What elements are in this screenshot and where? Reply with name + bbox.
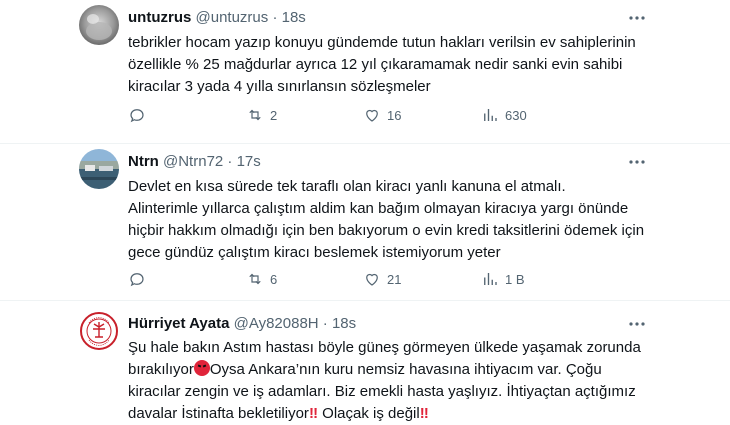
separator-dot: ·	[227, 153, 233, 170]
red-seal-icon	[79, 311, 119, 351]
tweet-header: Hürriyet Ayata @Ay82088H · 18s	[128, 314, 356, 334]
harbor-landscape-icon	[79, 149, 119, 189]
more-options-button[interactable]	[627, 8, 647, 28]
heart-icon	[366, 109, 378, 122]
tweet-text: Devlet en kısa sürede tek taraflı olan k…	[128, 178, 645, 261]
heart-icon	[366, 273, 378, 286]
avatar-ntrn[interactable]	[79, 149, 119, 189]
avatar-hurriyet-ayata[interactable]	[79, 311, 119, 351]
more-icon	[629, 160, 645, 164]
timestamp[interactable]: 18s	[282, 9, 306, 26]
views-icon	[484, 109, 497, 121]
more-icon	[629, 16, 645, 20]
separator-dot: ·	[322, 315, 328, 332]
more-options-button[interactable]	[627, 152, 647, 172]
views-button[interactable]: 1 B	[481, 269, 525, 289]
separator-dot: ·	[272, 9, 278, 26]
user-handle[interactable]: @Ay82088H	[234, 315, 319, 332]
reply-icon	[130, 273, 144, 287]
tweet-header: untuzrus @untuzrus · 18s	[128, 8, 306, 28]
blurred-photo-icon	[79, 5, 119, 45]
display-name[interactable]: Hürriyet Ayata	[128, 315, 229, 332]
tweet-2[interactable]: Ntrn @Ntrn72 · 17s Devlet en kısa sürede…	[0, 144, 730, 300]
avatar-untuzrus[interactable]	[79, 5, 119, 45]
more-options-button[interactable]	[627, 314, 647, 334]
display-name[interactable]: untuzrus	[128, 9, 191, 26]
angry-face-icon	[193, 360, 210, 376]
tweet-text: Şu hale bakın Astım hastası böyle güneş …	[128, 337, 648, 425]
like-count: 21	[387, 271, 402, 287]
view-count: 630	[505, 107, 527, 123]
double-exclamation-icon: ‼	[419, 405, 429, 422]
tweet-3[interactable]: Hürriyet Ayata @Ay82088H · 18s Şu hale b…	[0, 301, 730, 422]
double-exclamation-icon: ‼	[308, 405, 318, 422]
repost-button[interactable]: 2	[246, 105, 277, 125]
tweet-1[interactable]: untuzrus @untuzrus · 18s tebrikler hocam…	[0, 0, 730, 143]
repost-count: 6	[270, 271, 278, 287]
reply-icon	[130, 109, 144, 123]
views-icon	[484, 273, 497, 285]
repost-icon	[249, 109, 261, 121]
like-count: 16	[387, 107, 402, 123]
tweet-text: tebrikler hocam yazıp konuyu gündemde tu…	[128, 34, 636, 95]
more-icon	[629, 322, 645, 326]
like-button[interactable]: 21	[363, 269, 401, 289]
timestamp[interactable]: 17s	[237, 153, 261, 170]
tweet-actions: 2 16 630	[128, 105, 648, 125]
repost-count: 2	[270, 107, 278, 123]
tweet-header: Ntrn @Ntrn72 · 17s	[128, 152, 261, 172]
timestamp[interactable]: 18s	[332, 315, 356, 332]
reply-button[interactable]	[128, 105, 152, 125]
like-button[interactable]: 16	[363, 105, 401, 125]
display-name[interactable]: Ntrn	[128, 153, 159, 170]
tweet-actions: 6 21 1 B	[128, 269, 648, 289]
repost-icon	[249, 273, 261, 285]
reply-button[interactable]	[128, 269, 152, 289]
user-handle[interactable]: @untuzrus	[196, 9, 269, 26]
repost-button[interactable]: 6	[246, 269, 277, 289]
view-count: 1 B	[505, 271, 525, 287]
tweet-text-part: Olaçak iş değil	[318, 405, 420, 422]
views-button[interactable]: 630	[481, 105, 527, 125]
user-handle[interactable]: @Ntrn72	[163, 153, 223, 170]
